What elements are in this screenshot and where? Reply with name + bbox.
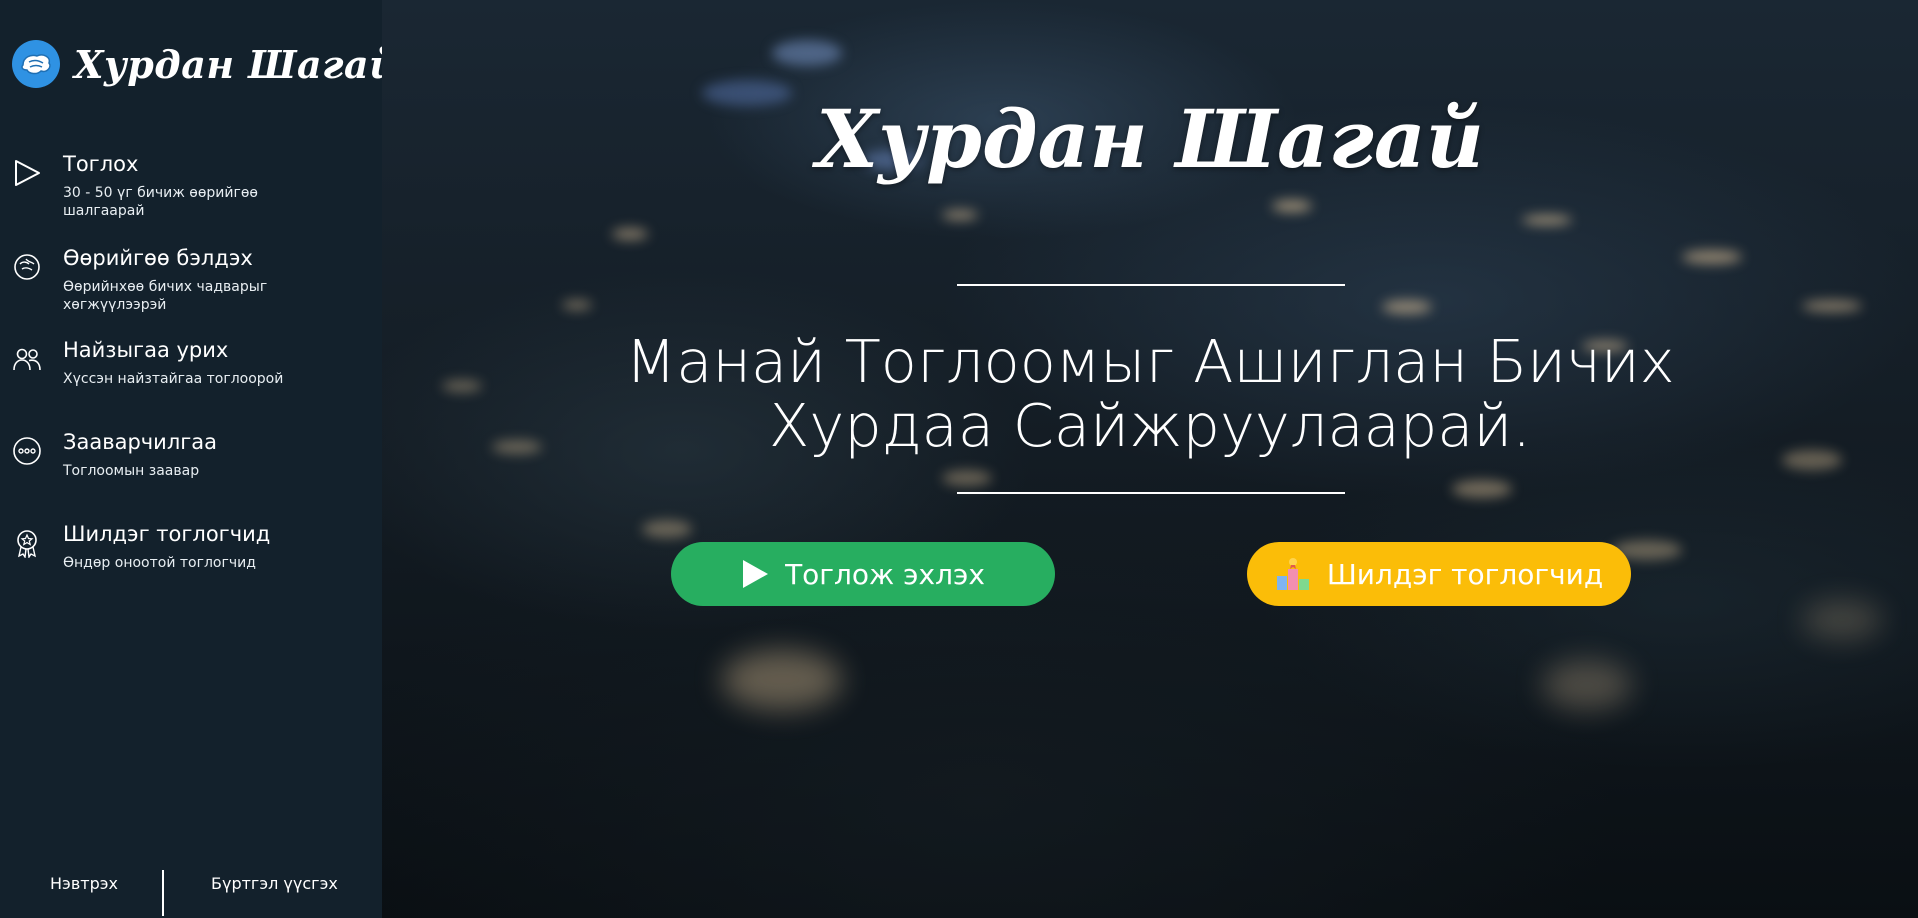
- users-icon: [13, 348, 41, 371]
- sidebar-item-title: Тоглох: [63, 152, 139, 176]
- leaderboard-button[interactable]: Шилдэг тоглогчид: [1247, 542, 1631, 606]
- award-icon: [17, 530, 37, 558]
- sidebar-item-instructions[interactable]: Зааварчилгаа Тоглоомын заавар: [0, 430, 382, 510]
- sidebar-item-title: Өөрийгөө бэлдэх: [63, 246, 253, 270]
- brain-icon: [14, 254, 40, 280]
- tagline-line: Манай Тоглоомыг Ашиглан Бичих: [625, 327, 1675, 396]
- hero-title: Хурдан Шагай: [816, 92, 1484, 186]
- sidebar-item-title: Найзыгаа урих: [63, 338, 229, 362]
- tagline-line: Хурдаа Сайжруулаарай.: [768, 391, 1532, 460]
- sidebar-item-practice[interactable]: Өөрийгөө бэлдэх Өөрийнхөө бичих чадварыг…: [0, 246, 382, 326]
- sidebar-item-desc: 30 - 50 үг бичиж өөрийгөө шалгаарай: [63, 185, 258, 219]
- sidebar-item-leaderboard[interactable]: Шилдэг тоглогчид Өндөр оноотой тоглогчид: [0, 522, 382, 602]
- podium-icon: [1275, 556, 1311, 592]
- sidebar-item-desc: Өөрийнхөө бичих чадварыг хөгжүүлээрэй: [63, 279, 268, 313]
- play-icon: [741, 559, 769, 589]
- login-button[interactable]: Нэвтрэх: [50, 874, 118, 893]
- sidebar-item-play[interactable]: Тоглох 30 - 50 үг бичиж өөрийгөө шалгаар…: [0, 152, 382, 232]
- sidebar-item-desc: Өндөр оноотой тоглогчид: [63, 555, 256, 571]
- more-icon: [13, 437, 41, 465]
- sidebar-item-desc: Хүссэн найзтайгаа тоглоорой: [63, 371, 284, 387]
- register-button[interactable]: Бүртгэл үүсгэх: [211, 874, 338, 893]
- divider: [162, 870, 164, 916]
- divider: [957, 284, 1345, 286]
- sidebar-item-title: Зааварчилгаа: [63, 430, 218, 454]
- sidebar: Хурдан Шагай Тоглох 30 - 50 үг бичиж өөр…: [0, 0, 397, 918]
- logo-icon: [12, 40, 60, 88]
- start-game-button[interactable]: Тоглож эхлэх: [671, 542, 1055, 606]
- brand-logo[interactable]: Хурдан Шагай: [12, 40, 397, 88]
- play-icon: [15, 160, 40, 186]
- hero-tagline: Манай Тоглоомыг Ашиглан Бичих Хурдаа Сай…: [382, 330, 1918, 458]
- auth-links: Нэвтрэх Бүртгэл үүсгэх: [0, 838, 382, 918]
- hero-section: Хурдан Шагай Манай Тоглоомыг Ашиглан Бич…: [382, 0, 1918, 918]
- start-game-label: Тоглож эхлэх: [785, 557, 985, 591]
- sidebar-item-invite[interactable]: Найзыгаа урих Хүссэн найзтайгаа тоглооро…: [0, 338, 382, 418]
- sidebar-item-title: Шилдэг тоглогчид: [63, 522, 271, 546]
- divider: [957, 492, 1345, 494]
- leaderboard-label: Шилдэг тоглогчид: [1326, 557, 1604, 591]
- brand-name: Хурдан Шагай: [74, 41, 398, 87]
- sidebar-item-desc: Тоглоомын заавар: [63, 463, 200, 479]
